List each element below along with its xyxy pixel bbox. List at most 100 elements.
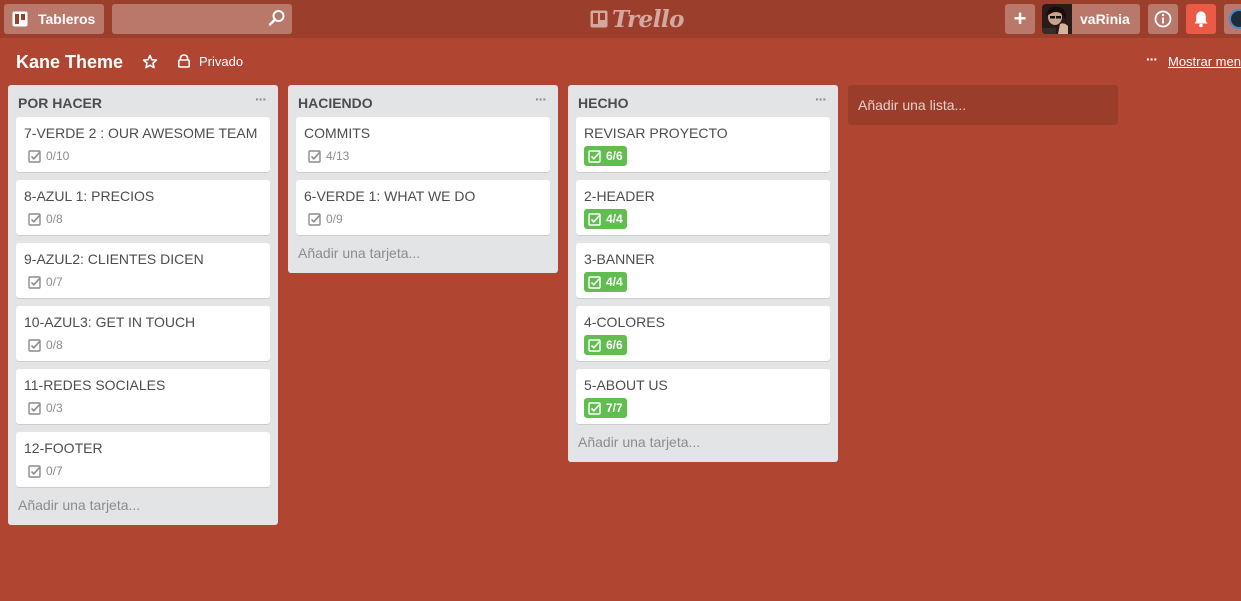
checklist-icon: [588, 212, 601, 226]
plus-icon: +: [1013, 6, 1027, 31]
boards-icon: [12, 11, 28, 27]
avatar: [1042, 4, 1072, 34]
checklist-badge: 0/10: [24, 146, 73, 166]
checklist-count: 4/13: [326, 149, 350, 163]
star-icon[interactable]: [142, 54, 158, 70]
checklist-badge: 0/9: [304, 209, 347, 229]
checklist-badge: 4/13: [304, 146, 353, 166]
card[interactable]: 12-FOOTER 0/7: [16, 432, 270, 487]
checklist-count: 4/4: [606, 275, 623, 289]
checklist-count: 6/6: [606, 149, 623, 163]
card[interactable]: 9-AZUL2: CLIENTES DICEN 0/7: [16, 243, 270, 298]
checklist-badge: 0/3: [24, 398, 67, 418]
info-icon: [1154, 10, 1172, 28]
card-title: 6-VERDE 1: WHAT WE DO: [304, 188, 476, 204]
list-hecho: HECHO ··· REVISAR PROYECTO 6/6 2-HEADER …: [568, 85, 838, 462]
checklist-badge: 0/7: [24, 272, 67, 292]
add-card-button[interactable]: Añadir una tarjeta...: [296, 243, 550, 265]
card-title: 9-AZUL2: CLIENTES DICEN: [24, 251, 204, 267]
board-title[interactable]: Kane Theme: [16, 52, 123, 73]
checklist-count: 0/7: [46, 464, 63, 478]
list-menu-icon[interactable]: ···: [255, 91, 267, 107]
search-input[interactable]: [112, 4, 292, 34]
checklist-icon: [588, 338, 601, 352]
top-header: Tableros Trello + vaRinia: [0, 0, 1241, 38]
more-icon[interactable]: ···: [1146, 51, 1158, 67]
card[interactable]: 3-BANNER 4/4: [576, 243, 830, 298]
checklist-icon: [308, 149, 321, 163]
card[interactable]: REVISAR PROYECTO 6/6: [576, 117, 830, 172]
card[interactable]: 7-VERDE 2 : OUR AWESOME TEAM 0/10: [16, 117, 270, 172]
list-title[interactable]: POR HACER: [18, 95, 102, 111]
checklist-icon: [588, 401, 601, 415]
checklist-icon: [588, 149, 601, 163]
checklist-badge-complete: 4/4: [584, 209, 627, 229]
user-menu-button[interactable]: vaRinia: [1042, 4, 1140, 34]
add-list-button[interactable]: Añadir una lista...: [848, 85, 1118, 125]
notifications-button[interactable]: [1186, 4, 1216, 34]
show-menu-link[interactable]: Mostrar menú: [1168, 54, 1241, 69]
trello-logo-icon: [590, 10, 608, 28]
checklist-icon: [28, 149, 41, 163]
card[interactable]: 2-HEADER 4/4: [576, 180, 830, 235]
boards-button[interactable]: Tableros: [4, 4, 104, 34]
checklist-badge-complete: 6/6: [584, 335, 627, 355]
card[interactable]: 6-VERDE 1: WHAT WE DO 0/9: [296, 180, 550, 235]
add-card-button[interactable]: Añadir una tarjeta...: [16, 495, 270, 517]
list-haciendo: HACIENDO ··· COMMITS 4/13 6-VERDE 1: WHA…: [288, 85, 558, 273]
card-title: COMMITS: [304, 125, 371, 141]
checklist-badge-complete: 7/7: [584, 398, 627, 418]
account-icon: [1229, 9, 1241, 29]
list-menu-icon[interactable]: ···: [535, 91, 547, 107]
card-title: 7-VERDE 2 : OUR AWESOME TEAM: [24, 125, 258, 141]
card[interactable]: 10-AZUL3: GET IN TOUCH 0/8: [16, 306, 270, 361]
list-title[interactable]: HECHO: [578, 95, 629, 111]
checklist-icon: [588, 275, 601, 289]
card[interactable]: COMMITS 4/13: [296, 117, 550, 172]
info-button[interactable]: [1148, 4, 1178, 34]
list-header: HACIENDO ···: [296, 85, 550, 117]
checklist-count: 0/8: [46, 338, 63, 352]
list-menu-icon[interactable]: ···: [815, 91, 827, 107]
checklist-badge: 0/8: [24, 209, 67, 229]
search-icon[interactable]: [268, 9, 286, 27]
checklist-count: 0/7: [46, 275, 63, 289]
card[interactable]: 4-COLORES 6/6: [576, 306, 830, 361]
user-name: vaRinia: [1080, 11, 1130, 27]
list-header: POR HACER ···: [16, 85, 270, 117]
card-title: 2-HEADER: [584, 188, 655, 204]
card-title: 10-AZUL3: GET IN TOUCH: [24, 314, 196, 330]
card-title: 5-ABOUT US: [584, 377, 668, 393]
checklist-count: 7/7: [606, 401, 623, 415]
card-title: 3-BANNER: [584, 251, 655, 267]
checklist-badge-complete: 4/4: [584, 272, 627, 292]
card[interactable]: 5-ABOUT US 7/7: [576, 369, 830, 424]
card-title: 8-AZUL 1: PRECIOS: [24, 188, 155, 204]
list-title[interactable]: HACIENDO: [298, 95, 373, 111]
card-title: 12-FOOTER: [24, 440, 103, 456]
add-button[interactable]: +: [1005, 4, 1035, 34]
list-por-hacer: POR HACER ··· 7-VERDE 2 : OUR AWESOME TE…: [8, 85, 278, 525]
checklist-count: 4/4: [606, 212, 623, 226]
card-title: 4-COLORES: [584, 314, 665, 330]
checklist-count: 0/8: [46, 212, 63, 226]
add-card-button[interactable]: Añadir una tarjeta...: [576, 432, 830, 454]
trello-logo-text: Trello: [612, 5, 685, 33]
trello-logo[interactable]: Trello: [590, 5, 685, 33]
checklist-badge: 0/8: [24, 335, 67, 355]
lock-icon: [177, 54, 190, 68]
checklist-icon: [28, 275, 41, 289]
checklist-badge-complete: 6/6: [584, 146, 627, 166]
card[interactable]: 8-AZUL 1: PRECIOS 0/8: [16, 180, 270, 235]
checklist-icon: [28, 401, 41, 415]
account-button[interactable]: [1224, 4, 1241, 34]
boards-label: Tableros: [38, 11, 96, 27]
privacy-button[interactable]: Privado: [199, 54, 243, 69]
card[interactable]: 11-REDES SOCIALES 0/3: [16, 369, 270, 424]
checklist-count: 0/3: [46, 401, 63, 415]
checklist-icon: [28, 212, 41, 226]
checklist-count: 0/10: [46, 149, 70, 163]
checklist-icon: [28, 338, 41, 352]
checklist-count: 0/9: [326, 212, 343, 226]
checklist-count: 6/6: [606, 338, 623, 352]
